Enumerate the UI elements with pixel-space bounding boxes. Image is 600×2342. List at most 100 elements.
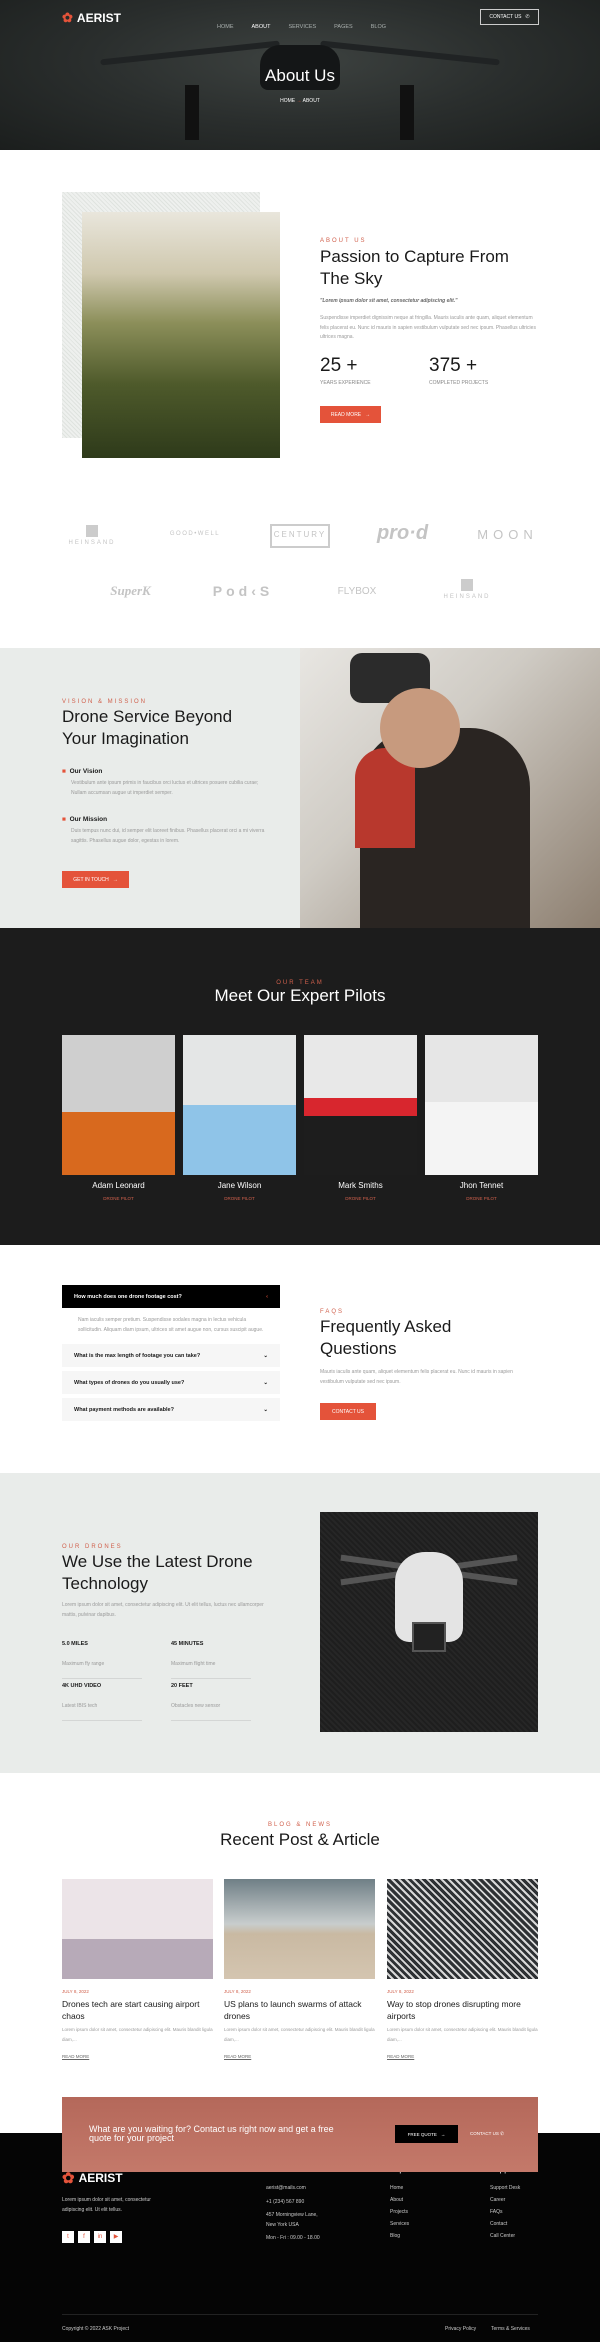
member-photo [62, 1035, 175, 1175]
cta-contact-link[interactable]: CONTACT US ✆ [470, 2131, 504, 2137]
cta-banner: What are you waiting for? Contact us rig… [62, 2097, 538, 2172]
stat-years: 25 + YEARS EXPERIENCE [320, 355, 371, 386]
team-card[interactable]: Mark Smiths DRONE PILOT [304, 1035, 417, 1201]
twitter-icon[interactable]: t [62, 2231, 74, 2243]
arrow-right-icon: → [112, 876, 118, 883]
brand-logo: pro·d [376, 522, 429, 544]
social-links: t f in ▶ [62, 2225, 126, 2243]
nav-blog[interactable]: BLOG [371, 24, 386, 30]
free-quote-button[interactable]: FREE QUOTE → [395, 2125, 458, 2143]
youtube-icon[interactable]: ▶ [110, 2230, 122, 2243]
member-photo [304, 1035, 417, 1175]
vision-eyebrow: VISION & MISSION [62, 699, 148, 705]
footer-explore: Explore HomeAboutProjectsServicesBlog [390, 2165, 417, 2239]
get-in-touch-button[interactable]: GET IN TOUCH → [62, 871, 129, 888]
chevron-down-icon: ⌄ [263, 1379, 268, 1386]
about-body: Suspendisse imperdiet dignissim neque at… [320, 315, 536, 340]
chevron-down-icon: ⌄ [263, 1352, 268, 1359]
drones-body: Lorem ipsum dolor sit amet, consectetur … [62, 1602, 264, 1618]
spec-item: 20 FEET Obstacles new sensor [171, 1683, 251, 1721]
brand-logo: CENTURY [270, 524, 330, 548]
read-more-link[interactable]: READ MORE [224, 2054, 251, 2059]
bullet-icon: ■ [62, 768, 66, 775]
phone-icon: ✆ [525, 14, 530, 20]
read-more-link[interactable]: READ MORE [62, 2054, 89, 2059]
faq-item-open[interactable]: How much does one drone footage cost? ‹ [62, 1285, 280, 1308]
faq-accordion: How much does one drone footage cost? ‹ N… [62, 1285, 280, 1425]
blog-post-card[interactable]: JULY 8, 2022 Drones tech are start causin… [62, 1879, 213, 2063]
about-eyebrow: ABOUT US [320, 238, 367, 244]
contact-us-button[interactable]: CONTACT US ✆ [480, 9, 539, 25]
brand-logo: Pod‹S [212, 583, 274, 599]
spec-item: 45 MINUTES Maximum flight time [171, 1641, 251, 1679]
spec-item: 5.0 MILES Maximum fly range [62, 1641, 142, 1679]
brand-logo: MOON [477, 527, 538, 542]
cta-text: What are you waiting for? Contact us rig… [89, 2124, 334, 2143]
drone-icon: ✿ [62, 10, 73, 25]
post-image [224, 1879, 375, 1979]
terms-link[interactable]: Terms & Services [491, 2326, 530, 2332]
vision-item: ■ Our Vision Vestibulum ante ipsum primi… [62, 768, 259, 796]
brand-logo: SuperK [110, 583, 151, 598]
drone-image-arm [100, 40, 280, 66]
page-title: About Us [265, 66, 335, 85]
chevron-down-icon: ⌄ [263, 1406, 268, 1413]
team-title: Meet Our Expert Pilots [214, 986, 386, 1005]
nav-services[interactable]: SERVICES [288, 24, 316, 30]
arrow-right-icon: → [440, 2131, 446, 2137]
post-image [62, 1879, 213, 1979]
drone-leg [185, 85, 199, 140]
brand-logo: FLYBOX [337, 586, 377, 597]
blog-eyebrow: BLOG & NEWS [267, 1822, 332, 1828]
hero-banner: ✿ AERIST HOME ABOUT SERVICES PAGES BLOG CONT… [0, 0, 600, 150]
team-card[interactable]: Adam Leonard DRONE PILOT [62, 1035, 175, 1201]
team-card[interactable]: Jhon Tennet DRONE PILOT [425, 1035, 538, 1201]
logo[interactable]: ✿ AERIST [62, 10, 121, 26]
footer-about: Lorem ipsum dolor sit amet, consectetur … [62, 2197, 151, 2213]
faq-item[interactable]: What is the max length of footage you ca… [62, 1344, 280, 1367]
drones-section: OUR DRONES We Use the Latest Drone Techn… [0, 1473, 600, 1773]
read-more-link[interactable]: READ MORE [387, 2054, 414, 2059]
divider [62, 2314, 538, 2315]
nav-pages[interactable]: PAGES [334, 24, 353, 30]
bullet-icon: ■ [62, 816, 66, 823]
faq-answer: Nam iaculis semper pretium. Suspendisse … [78, 1317, 264, 1333]
about-quote: "Lorem ipsum dolor sit amet, consectetur… [320, 298, 458, 304]
team-section: OUR TEAM Meet Our Expert Pilots Adam Leo… [0, 928, 600, 1245]
faq-item[interactable]: What payment methods are available? ⌄ [62, 1398, 280, 1421]
arrow-right-icon: → [365, 411, 371, 418]
faq-eyebrow: FAQS [320, 1309, 345, 1315]
phone-icon: ✆ [500, 2131, 504, 2136]
contact-us-button[interactable]: CONTACT US [320, 1403, 376, 1420]
nav-home[interactable]: HOME [217, 24, 234, 30]
breadcrumb-home[interactable]: HOME [280, 98, 295, 104]
drones-title: We Use the Latest Drone Technology [62, 1552, 253, 1593]
blog-title: Recent Post & Article [220, 1830, 380, 1849]
member-photo [425, 1035, 538, 1175]
blog-post-card[interactable]: JULY 8, 2022 US plans to launch swarms of… [224, 1879, 375, 2063]
nav-about[interactable]: ABOUT [252, 24, 271, 30]
breadcrumb-current: ABOUT [302, 98, 320, 104]
linkedin-icon[interactable]: in [94, 2231, 106, 2243]
spec-item: 4K UHD VIDEO Latest IBIS tech [62, 1683, 142, 1721]
brand-logo: HEINSAND [437, 579, 497, 600]
read-more-button[interactable]: READ MORE → [320, 406, 381, 423]
faq-item[interactable]: What types of drones do you usually use?… [62, 1371, 280, 1394]
privacy-link[interactable]: Privacy Policy [445, 2326, 476, 2332]
drone-image-arm [320, 40, 500, 66]
copyright: Copyright © 2022 ASK Project [62, 2326, 130, 2332]
footer-support: Support Support DeskCareerFAQsContactCal… [490, 2165, 521, 2239]
blog-post-card[interactable]: JULY 8, 2022 Way to stop drones disruptin… [387, 1879, 538, 2063]
chevron-left-icon: ‹ [266, 1293, 268, 1300]
vision-section: VISION & MISSION Drone Service Beyond Yo… [0, 648, 600, 928]
stat-projects: 375 + COMPLETED PROJECTS [429, 355, 489, 386]
breadcrumb: HOME → ABOUT [0, 98, 600, 104]
vr-person-image [300, 648, 600, 928]
team-card[interactable]: Jane Wilson DRONE PILOT [183, 1035, 296, 1201]
facebook-icon[interactable]: f [78, 2231, 90, 2243]
about-title: Passion to Capture From The Sky [320, 247, 509, 288]
post-image [387, 1879, 538, 1979]
mission-item: ■ Our Mission Duis tempus nunc dui, id s… [62, 816, 265, 844]
brand-logo: HEINSAND [62, 525, 122, 546]
footer-contact: Contact aerist@mails.com +1 (234) 567 89… [266, 2165, 320, 2241]
